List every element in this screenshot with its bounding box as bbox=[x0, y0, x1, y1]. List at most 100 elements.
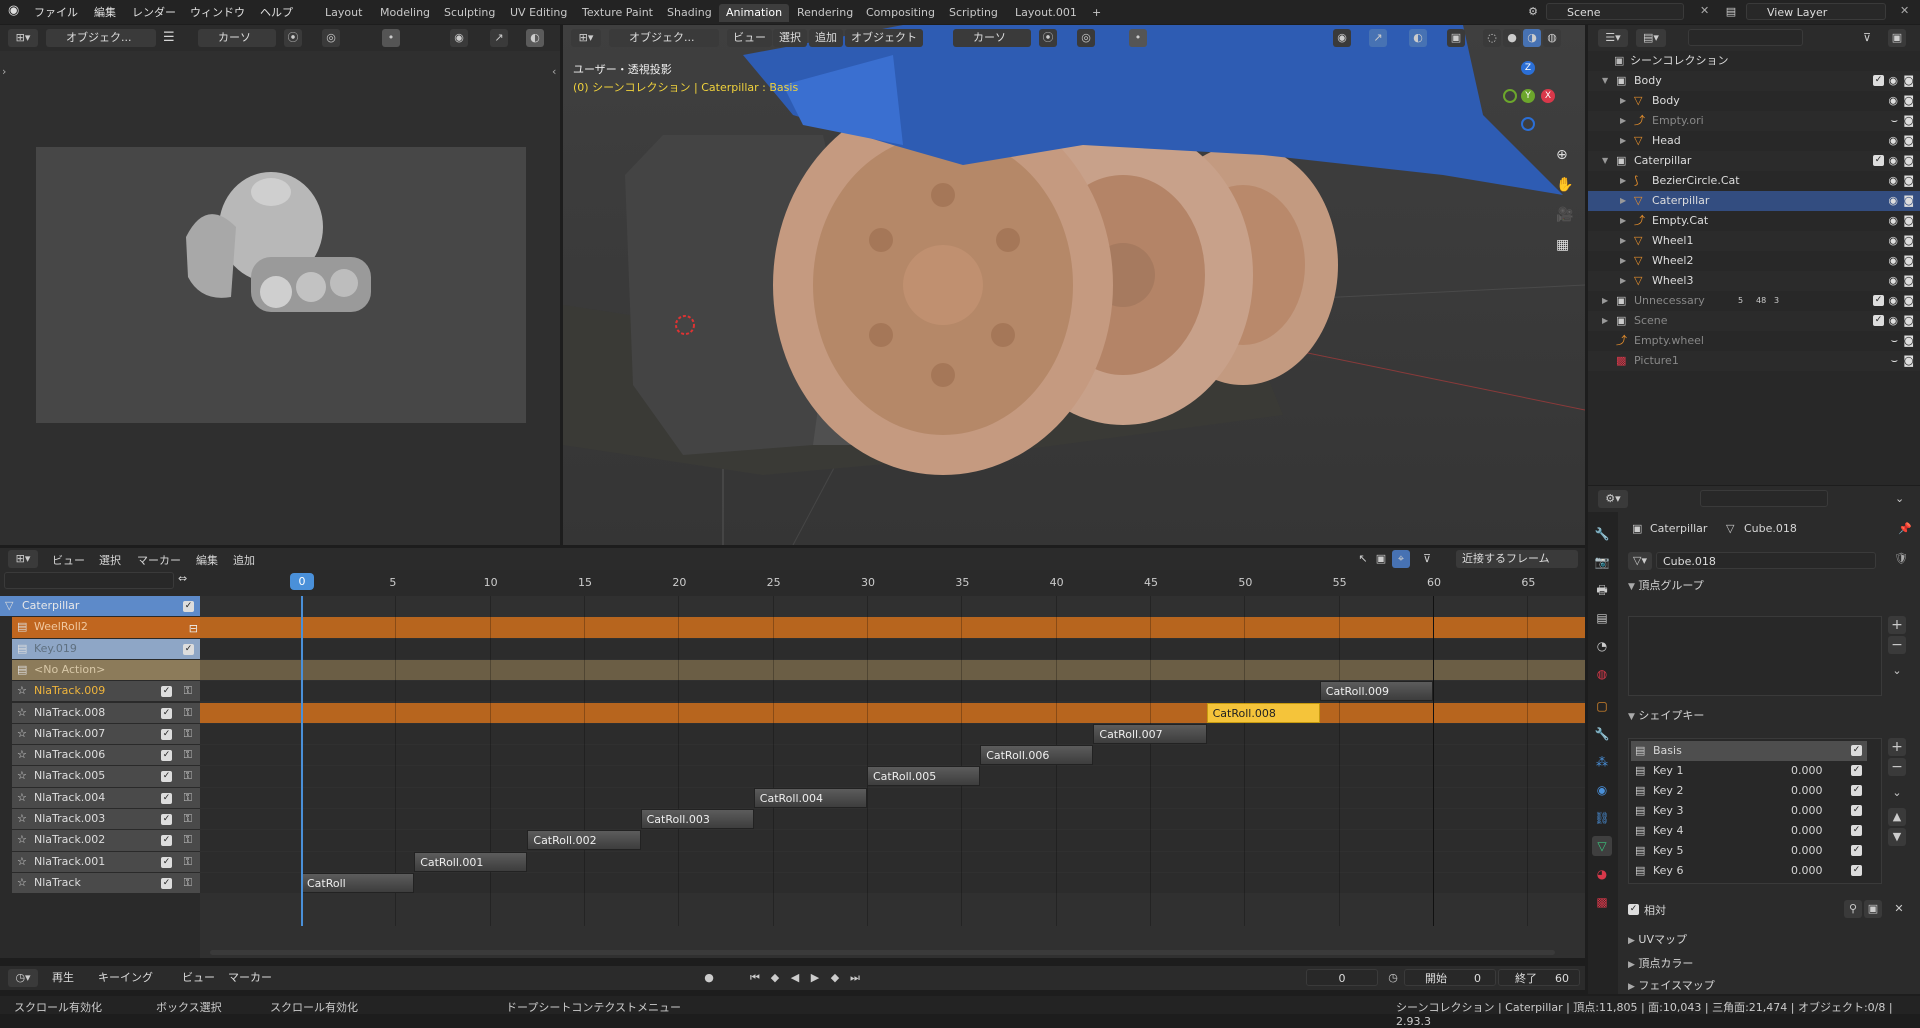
star-icon[interactable]: ☆ bbox=[17, 681, 27, 701]
face-maps-panel-header[interactable]: ▶ フェイスマップ bbox=[1624, 976, 1920, 994]
shape-key-mute-checkbox[interactable]: ✓ bbox=[1851, 765, 1862, 776]
outliner-row[interactable]: ▶ ▽ Wheel2 ◉ ◙ bbox=[1588, 251, 1920, 271]
tool-tab-icon[interactable]: 🔧 bbox=[1592, 524, 1612, 544]
outliner-row[interactable]: ▩ Picture1 ⌣ ◙ bbox=[1588, 351, 1920, 371]
fake-user-icon[interactable]: 🛡 bbox=[1894, 552, 1908, 565]
viewport-snap-icon[interactable]: ⦿ bbox=[1039, 29, 1057, 47]
timeline-marker-menu[interactable]: マーカー bbox=[222, 969, 278, 987]
scene-close-icon[interactable]: ✕ bbox=[1700, 4, 1709, 17]
channel-type-icon[interactable]: ▤ bbox=[17, 660, 27, 680]
nla-track-channel[interactable]: ☆ NlaTrack.008 ✓ ⚿ bbox=[12, 702, 200, 723]
shape-key-remove-button[interactable]: − bbox=[1888, 758, 1906, 776]
shape-key-mute-checkbox[interactable]: ✓ bbox=[1851, 745, 1862, 756]
view-layer-tab-icon[interactable]: ▤ bbox=[1592, 608, 1612, 628]
lock-icon[interactable]: ⚿ bbox=[184, 852, 192, 872]
data-tab-icon[interactable]: ▽ bbox=[1592, 836, 1612, 856]
tab-texture-paint[interactable]: Texture Paint bbox=[575, 4, 660, 22]
vertex-group-list[interactable] bbox=[1628, 616, 1882, 696]
render-camera-icon[interactable]: ◙ bbox=[1903, 91, 1914, 111]
snap-mode-selector[interactable]: 近接するフレーム bbox=[1456, 550, 1578, 568]
outliner-search-input[interactable] bbox=[1688, 29, 1803, 46]
swap-icon[interactable]: ⇔ bbox=[178, 572, 187, 585]
expand-arrow-icon[interactable]: ▶ bbox=[1620, 91, 1626, 111]
outliner-row[interactable]: ▶ ▽ Head ◉ ◙ bbox=[1588, 131, 1920, 151]
shape-key-list[interactable]: ▤ Basis ✓ ▤ Key 1 0.000 ✓ ▤ Key 2 0.000 ✓ ▤ Key 3 0.0… bbox=[1628, 738, 1882, 884]
nla-strip[interactable]: CatRoll.001 bbox=[414, 851, 528, 872]
add-workspace-button[interactable]: + bbox=[1085, 4, 1108, 22]
play-reverse-icon[interactable]: ◀ bbox=[786, 969, 804, 987]
jump-end-icon[interactable]: ⏭ bbox=[846, 969, 864, 987]
current-frame-indicator[interactable]: 0 bbox=[290, 573, 314, 590]
mesh-browse-icon[interactable]: ▽▾ bbox=[1628, 552, 1652, 570]
shape-key-add-button[interactable]: + bbox=[1888, 738, 1906, 756]
star-icon[interactable]: ☆ bbox=[17, 809, 27, 829]
menu-edit[interactable]: 編集 bbox=[94, 4, 116, 20]
shape-key-mute-checkbox[interactable]: ✓ bbox=[1851, 865, 1862, 876]
timeline-view-menu[interactable]: ビュー bbox=[176, 969, 221, 987]
outliner-row[interactable]: ▶ ▣ Scene ✓ ◉ ◙ bbox=[1588, 311, 1920, 331]
ortho-grid-icon[interactable]: ▦ bbox=[1556, 237, 1569, 253]
record-icon[interactable]: ● bbox=[700, 969, 718, 987]
timeline-editor-type-icon[interactable]: ◷▾ bbox=[8, 969, 38, 987]
frame-start-field[interactable]: 開始 0 bbox=[1404, 969, 1496, 986]
visibility-eye-icon[interactable]: ◉ bbox=[1888, 151, 1898, 171]
render-camera-icon[interactable]: ◙ bbox=[1903, 271, 1914, 291]
nla-track-channel[interactable]: ☆ NlaTrack.002 ✓ ⚿ bbox=[12, 830, 200, 851]
render-camera-icon[interactable]: ◙ bbox=[1903, 231, 1914, 251]
nla-track-channel[interactable]: ☆ NlaTrack.001 ✓ ⚿ bbox=[12, 851, 200, 872]
channel-type-icon[interactable]: ▤ bbox=[17, 617, 27, 637]
nla-strip[interactable]: CatRoll.004 bbox=[753, 787, 867, 808]
outliner-row[interactable]: ▶ ⟆ BezierCircle.Cat ◉ ◙ bbox=[1588, 171, 1920, 191]
output-tab-icon[interactable]: 🖶 bbox=[1592, 580, 1612, 600]
exclude-checkbox[interactable]: ✓ bbox=[1873, 155, 1884, 166]
gizmo-z-neg-axis[interactable] bbox=[1521, 117, 1535, 131]
visibility-eye-icon[interactable]: ◉ bbox=[1888, 311, 1898, 331]
shape-key-row[interactable]: ▤ Basis ✓ bbox=[1631, 741, 1867, 761]
visibility-eye-icon[interactable]: ◉ bbox=[1888, 131, 1898, 151]
outliner-row[interactable]: ▼ ▣ Caterpillar ✓ ◉ ◙ bbox=[1588, 151, 1920, 171]
visibility-eye-icon[interactable]: ⌣ bbox=[1891, 351, 1898, 371]
gizmo-icon[interactable]: ↗ bbox=[490, 29, 508, 47]
outliner-row[interactable]: ▶ ▽ Caterpillar ◉ ◙ bbox=[1588, 191, 1920, 211]
channel-mute-checkbox[interactable]: ✓ bbox=[161, 728, 172, 740]
nla-strip[interactable]: CatRoll.003 bbox=[640, 809, 754, 829]
camera-view-editor[interactable]: ⊞▾ オブジェク... ☰ カーソ ⦿ ◎ • ◉ ↗ ◐ › ‹ bbox=[0, 25, 560, 545]
channel-mute-checkbox[interactable]: ✓ bbox=[161, 792, 172, 804]
shape-key-mute-checkbox[interactable]: ✓ bbox=[1851, 785, 1862, 796]
particles-tab-icon[interactable]: ⁂ bbox=[1592, 752, 1612, 772]
expand-arrow-icon[interactable]: ▶ bbox=[1620, 191, 1626, 211]
channel-mute-checkbox[interactable]: ✓ bbox=[161, 750, 172, 762]
viewport-gizmo-icon[interactable]: ↗ bbox=[1369, 29, 1387, 47]
render-camera-icon[interactable]: ◙ bbox=[1903, 331, 1914, 351]
use-preview-range-icon[interactable]: ◷ bbox=[1384, 969, 1402, 987]
nla-menu-view[interactable]: ビュー bbox=[52, 552, 85, 568]
shape-key-clear-icon[interactable]: ✕ bbox=[1890, 900, 1908, 918]
visibility-icon[interactable]: ◉ bbox=[450, 29, 468, 47]
shape-key-specials-icon[interactable]: ⌄ bbox=[1888, 784, 1906, 802]
mode-selector[interactable]: オブジェク... bbox=[46, 29, 156, 47]
modifier-tab-icon[interactable]: 🔧 bbox=[1592, 724, 1612, 744]
properties-editor[interactable]: ⚙▾ ⌄ 🔧 📷 🖶 ▤ ◔ ◍ ▢ 🔧 ⁂ ◉ ⛓ ▽ ◕ ▩ ▣ Cater… bbox=[1588, 486, 1920, 994]
shape-keys-panel-header[interactable]: ▼ シェイプキー bbox=[1624, 706, 1920, 726]
menu-window[interactable]: ウィンドウ bbox=[190, 4, 245, 20]
outliner-row[interactable]: ▶ ▽ Wheel1 ◉ ◙ bbox=[1588, 231, 1920, 251]
nla-menu-marker[interactable]: マーカー bbox=[137, 552, 181, 568]
physics-tab-icon[interactable]: ◉ bbox=[1592, 780, 1612, 800]
tab-animation[interactable]: Animation bbox=[719, 4, 790, 22]
visibility-eye-icon[interactable]: ◉ bbox=[1888, 171, 1898, 191]
tab-layout[interactable]: Layout bbox=[318, 4, 369, 22]
play-icon[interactable]: ▶ bbox=[806, 969, 824, 987]
visibility-eye-icon[interactable]: ◉ bbox=[1888, 291, 1898, 311]
outliner-row[interactable]: ▼ ▣ Body ✓ ◉ ◙ bbox=[1588, 71, 1920, 91]
lock-icon[interactable]: ⚿ bbox=[184, 724, 192, 744]
nla-shapekey-channel[interactable]: ▤ Key.019 ✓ bbox=[12, 638, 200, 659]
channel-mute-checkbox[interactable]: ✓ bbox=[161, 877, 172, 889]
lock-icon[interactable]: ⚿ bbox=[184, 830, 192, 850]
outliner-editor[interactable]: ☰▾ ▤▾ ⊽ ▣ ▣ シーンコレクション ▼ ▣ Body ✓ ◉ ◙ ▶ ▽ Body ◉ ◙ ▶… bbox=[1588, 25, 1920, 485]
nla-filter-icon[interactable]: ⊽ bbox=[1418, 550, 1436, 568]
scene-icon[interactable]: ⚙ bbox=[1524, 3, 1542, 21]
playhead-line[interactable] bbox=[301, 596, 303, 926]
filter-icon[interactable]: ⊽ bbox=[1858, 29, 1876, 47]
nla-track-channel[interactable]: ☆ NlaTrack ✓ ⚿ bbox=[12, 872, 200, 894]
render-camera-icon[interactable]: ◙ bbox=[1903, 171, 1914, 191]
